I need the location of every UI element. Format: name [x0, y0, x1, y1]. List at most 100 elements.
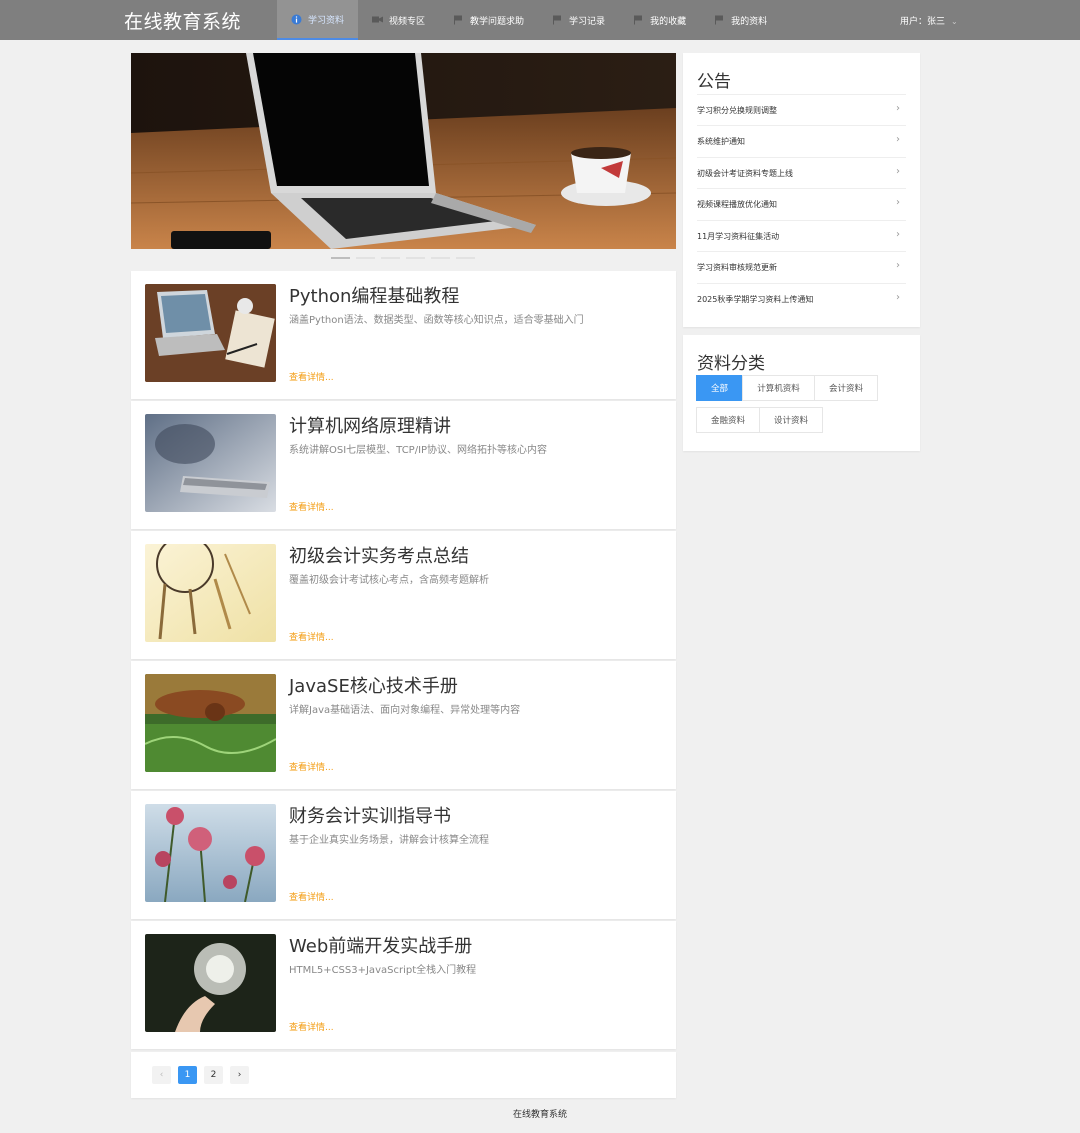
material-title[interactable]: 财务会计实训指导书	[289, 802, 451, 828]
brand-title[interactable]: 在线教育系统	[124, 7, 241, 34]
notice-text: 2025秋季学期学习资料上传通知	[697, 294, 814, 304]
next-page-button[interactable]: ›	[230, 1066, 249, 1084]
main-nav: 学习资料 视频专区 教学问题求助 学习记录 我的收藏 我的资料	[277, 0, 781, 40]
material-thumbnail[interactable]	[145, 674, 276, 772]
notice-text: 系统维护通知	[697, 136, 745, 146]
nav-item-help[interactable]: 教学问题求助	[439, 0, 538, 40]
nav-label: 学习资料	[308, 15, 345, 26]
material-description: 基于企业真实业务场景，讲解会计核算全流程	[289, 835, 489, 846]
material-title[interactable]: 计算机网络原理精讲	[289, 412, 451, 438]
nav-item-records[interactable]: 学习记录	[538, 0, 619, 40]
category-tag-computer[interactable]: 计算机资料	[742, 375, 815, 401]
material-thumbnail[interactable]	[145, 544, 276, 642]
notice-item[interactable]: 视频课程播放优化通知 ›	[697, 188, 906, 219]
notice-text: 学习资料审核规范更新	[697, 262, 777, 272]
nav-label: 视频专区	[389, 16, 426, 27]
carousel-indicators	[331, 257, 475, 259]
material-description: 覆盖初级会计考试核心考点，含高频考题解析	[289, 575, 489, 586]
carousel-dot[interactable]	[331, 257, 350, 259]
notice-panel: 公告 学习积分兑换规则调整 › 系统维护通知 › 初级会计考证资料专题上线 › 视频课…	[683, 53, 920, 327]
material-thumbnail[interactable]	[145, 804, 276, 902]
material-title[interactable]: 初级会计实务考点总结	[289, 542, 469, 568]
material-card[interactable]: 初级会计实务考点总结 覆盖初级会计考试核心考点，含高频考题解析 查看详情...	[131, 531, 676, 659]
chevron-right-icon: ›	[896, 260, 900, 271]
user-menu[interactable]: 用户：张三 ⌄	[900, 14, 958, 27]
chevron-right-icon: ›	[896, 134, 900, 145]
material-card[interactable]: JavaSE核心技术手册 详解Java基础语法、面向对象编程、异常处理等内容 查…	[131, 661, 676, 789]
nav-item-study-materials[interactable]: 学习资料	[277, 0, 359, 40]
material-title[interactable]: Python编程基础教程	[289, 282, 459, 308]
category-tag-all[interactable]: 全部	[696, 375, 743, 401]
view-details-link[interactable]: 查看详情...	[289, 370, 334, 383]
footer-text: 在线教育系统	[512, 1110, 567, 1120]
category-tag-accounting[interactable]: 会计资料	[814, 375, 878, 401]
flag-icon	[714, 15, 725, 25]
view-details-link[interactable]: 查看详情...	[289, 760, 334, 773]
notice-panel-title: 公告	[697, 72, 731, 92]
notice-text: 学习积分兑换规则调整	[697, 105, 777, 115]
material-title[interactable]: JavaSE核心技术手册	[289, 672, 458, 698]
pagination: ‹ 1 2 ›	[131, 1052, 676, 1098]
nav-label: 学习记录	[569, 16, 606, 27]
banner-carousel[interactable]	[131, 53, 676, 249]
nav-label: 教学问题求助	[470, 16, 525, 27]
info-icon	[291, 14, 302, 25]
view-details-link[interactable]: 查看详情...	[289, 1020, 334, 1033]
user-name: 用户：张三	[900, 17, 946, 27]
view-details-link[interactable]: 查看详情...	[289, 630, 334, 643]
chevron-right-icon: ›	[896, 103, 900, 114]
material-title[interactable]: Web前端开发实战手册	[289, 932, 472, 958]
view-details-link[interactable]: 查看详情...	[289, 890, 334, 903]
notice-text: 初级会计考证资料专题上线	[697, 168, 793, 178]
category-panel: 资料分类 全部 计算机资料 会计资料 金融资料 设计资料	[683, 335, 920, 451]
notice-text: 11月学习资料征集活动	[697, 231, 780, 241]
flag-icon	[552, 15, 563, 25]
material-thumbnail[interactable]	[145, 414, 276, 512]
nav-label: 我的资料	[731, 16, 768, 27]
notice-item[interactable]: 11月学习资料征集活动 ›	[697, 220, 906, 251]
chevron-right-icon: ›	[896, 229, 900, 240]
carousel-dot[interactable]	[456, 257, 475, 259]
chevron-right-icon: ›	[896, 197, 900, 208]
material-thumbnail[interactable]	[145, 284, 276, 382]
nav-item-favorites[interactable]: 我的收藏	[619, 0, 700, 40]
chevron-right-icon: ›	[896, 292, 900, 303]
laptop-photo	[131, 53, 676, 249]
material-list: Python编程基础教程 涵盖Python语法、数据类型、函数等核心知识点，适合…	[131, 271, 676, 1051]
chevron-right-icon: ›	[896, 166, 900, 177]
carousel-dot[interactable]	[356, 257, 375, 259]
material-card[interactable]: Python编程基础教程 涵盖Python语法、数据类型、函数等核心知识点，适合…	[131, 271, 676, 399]
page-button-2[interactable]: 2	[204, 1066, 223, 1084]
flag-icon	[453, 15, 464, 25]
material-card[interactable]: 财务会计实训指导书 基于企业真实业务场景，讲解会计核算全流程 查看详情...	[131, 791, 676, 919]
prev-page-button[interactable]: ‹	[152, 1066, 171, 1084]
video-icon	[372, 15, 384, 25]
material-card[interactable]: Web前端开发实战手册 HTML5+CSS3+JavaScript全栈入门教程 …	[131, 921, 676, 1049]
notice-item[interactable]: 2025秋季学期学习资料上传通知 ›	[697, 283, 906, 314]
material-description: 系统讲解OSI七层模型、TCP/IP协议、网络拓扑等核心内容	[289, 445, 548, 456]
material-description: 详解Java基础语法、面向对象编程、异常处理等内容	[289, 705, 521, 716]
notice-item[interactable]: 系统维护通知 ›	[697, 125, 906, 156]
flag-icon	[633, 15, 644, 25]
category-tag-finance[interactable]: 金融资料	[696, 407, 760, 433]
carousel-dot[interactable]	[406, 257, 425, 259]
nav-label: 我的收藏	[650, 16, 687, 27]
notice-item[interactable]: 学习积分兑换规则调整 ›	[697, 94, 906, 125]
category-panel-title: 资料分类	[697, 354, 765, 374]
material-thumbnail[interactable]	[145, 934, 276, 1032]
notice-text: 视频课程播放优化通知	[697, 199, 777, 209]
chevron-down-icon: ⌄	[951, 17, 958, 26]
carousel-dot[interactable]	[431, 257, 450, 259]
view-details-link[interactable]: 查看详情...	[289, 500, 334, 513]
top-navbar: 在线教育系统 学习资料 视频专区 教学问题求助 学习记录 我的收藏 我的资料 用…	[0, 0, 1080, 40]
material-description: HTML5+CSS3+JavaScript全栈入门教程	[289, 965, 477, 976]
notice-item[interactable]: 学习资料审核规范更新 ›	[697, 251, 906, 282]
nav-item-profile[interactable]: 我的资料	[700, 0, 781, 40]
material-description: 涵盖Python语法、数据类型、函数等核心知识点，适合零基础入门	[289, 315, 584, 326]
carousel-dot[interactable]	[381, 257, 400, 259]
nav-item-videos[interactable]: 视频专区	[358, 0, 439, 40]
material-card[interactable]: 计算机网络原理精讲 系统讲解OSI七层模型、TCP/IP协议、网络拓扑等核心内容…	[131, 401, 676, 529]
page-button-1[interactable]: 1	[178, 1066, 197, 1084]
category-tag-design[interactable]: 设计资料	[759, 407, 823, 433]
notice-item[interactable]: 初级会计考证资料专题上线 ›	[697, 157, 906, 188]
